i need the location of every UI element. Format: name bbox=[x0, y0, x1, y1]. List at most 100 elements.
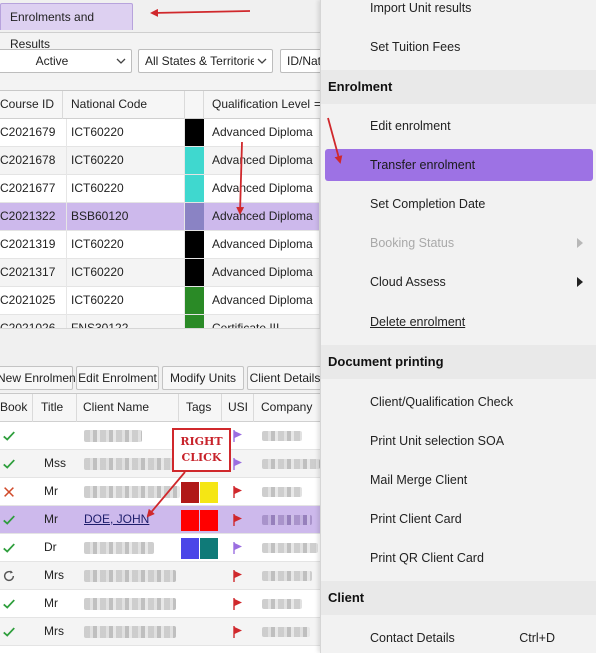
qualification-level-cell: Advanced Diploma bbox=[208, 175, 320, 203]
course-id-cell: C2021677 bbox=[0, 175, 67, 203]
new-enrolment-button[interactable]: New Enrolment bbox=[0, 366, 79, 390]
client-name-redacted bbox=[84, 486, 180, 498]
splitter[interactable] bbox=[0, 328, 320, 364]
national-code-cell: FNS30122 bbox=[67, 315, 185, 328]
menu-item-booking-status[interactable]: Booking Status bbox=[325, 227, 593, 259]
company-redacted bbox=[262, 543, 318, 553]
client-name-redacted bbox=[84, 458, 174, 470]
menu-item-import-unit-results[interactable]: Import Unit results bbox=[325, 0, 593, 24]
client-name-cell[interactable]: DOE, JOHN bbox=[80, 506, 176, 534]
col-filter-icon[interactable]: = bbox=[312, 91, 320, 119]
qualification-level-cell: Advanced Diploma bbox=[208, 147, 320, 175]
company-redacted bbox=[262, 599, 302, 609]
menu-item-set-tuition-fees[interactable]: Set Tuition Fees bbox=[325, 31, 593, 63]
status-filter-select[interactable]: Active bbox=[0, 49, 132, 73]
menu-item-edit-enrolment[interactable]: Edit enrolment bbox=[325, 110, 593, 142]
course-color-swatch bbox=[185, 147, 204, 174]
client-rows: Mss Mr Mr DOE, JOHN Dr Mrs Mr Mrs bbox=[0, 422, 320, 646]
menu-item-print-client-card[interactable]: Print Client Card bbox=[325, 503, 593, 535]
menu-item-set-completion-date[interactable]: Set Completion Date bbox=[325, 188, 593, 220]
client-row[interactable]: Mss bbox=[0, 450, 320, 478]
menu-item-client-qualification-check[interactable]: Client/Qualification Check bbox=[325, 386, 593, 418]
usi-flag-icon bbox=[233, 430, 243, 442]
col-book[interactable]: Book bbox=[0, 394, 33, 422]
company-redacted bbox=[262, 571, 312, 581]
course-row[interactable]: C2021322 BSB60120 Advanced Diploma bbox=[0, 203, 320, 231]
enrolments-panel: Enrolments and Results Active All States… bbox=[0, 0, 320, 653]
national-code-cell: BSB60120 bbox=[67, 203, 185, 231]
client-name-redacted bbox=[84, 570, 176, 582]
col-national-code[interactable]: National Code bbox=[67, 91, 185, 119]
client-row[interactable]: Mrs bbox=[0, 618, 320, 646]
edit-enrolment-button[interactable]: Edit Enrolment bbox=[76, 366, 159, 390]
col-course-id[interactable]: Course ID bbox=[0, 91, 63, 119]
tag-swatch bbox=[200, 482, 218, 503]
menu-item-contact-details[interactable]: Contact Details Ctrl+D bbox=[325, 622, 593, 653]
menu-item-print-unit-selection-soa[interactable]: Print Unit selection SOA bbox=[325, 425, 593, 457]
course-color-swatch bbox=[185, 231, 204, 258]
enrolment-toolbar: New Enrolment Edit Enrolment Modify Unit… bbox=[0, 364, 320, 392]
col-tags[interactable]: Tags bbox=[179, 394, 222, 422]
client-name-redacted bbox=[84, 626, 176, 638]
menu-section-enrolment: Enrolment bbox=[321, 70, 596, 104]
menu-item-delete-enrolment[interactable]: Delete enrolment bbox=[325, 306, 593, 338]
qualification-level-cell: Advanced Diploma bbox=[208, 119, 320, 147]
col-company[interactable]: Company bbox=[254, 394, 320, 422]
client-row[interactable]: Mr bbox=[0, 478, 320, 506]
course-color-swatch bbox=[185, 315, 204, 328]
course-row[interactable]: C2021677 ICT60220 Advanced Diploma bbox=[0, 175, 320, 203]
course-row[interactable]: C2021678 ICT60220 Advanced Diploma bbox=[0, 147, 320, 175]
course-id-cell: C2021317 bbox=[0, 259, 67, 287]
course-color-swatch bbox=[185, 203, 204, 230]
client-name-redacted bbox=[84, 598, 176, 610]
chevron-down-icon bbox=[116, 58, 126, 64]
col-usi[interactable]: USI bbox=[222, 394, 254, 422]
company-redacted bbox=[262, 459, 320, 469]
qualification-level-cell: Advanced Diploma bbox=[208, 231, 320, 259]
menu-item-mail-merge-client[interactable]: Mail Merge Client bbox=[325, 464, 593, 496]
search-field-select[interactable]: ID/Nat bbox=[280, 49, 320, 73]
menu-item-transfer-enrolment[interactable]: Transfer enrolment bbox=[325, 149, 593, 181]
menu-item-booking-status-label: Booking Status bbox=[370, 236, 455, 250]
course-grid: Course ID National Code Qualification Le… bbox=[0, 90, 320, 328]
check-icon bbox=[2, 618, 22, 646]
context-menu: Import Unit results Set Tuition Fees Enr… bbox=[320, 0, 596, 653]
client-row[interactable]: Dr bbox=[0, 534, 320, 562]
course-color-swatch bbox=[185, 287, 204, 314]
course-row[interactable]: C2021317 ICT60220 Advanced Diploma bbox=[0, 259, 320, 287]
chevron-down-icon bbox=[257, 58, 267, 64]
menu-item-print-qr-client-card[interactable]: Print QR Client Card bbox=[325, 542, 593, 574]
col-title[interactable]: Title bbox=[33, 394, 77, 422]
col-qualification-level[interactable]: Qualification Level bbox=[208, 91, 313, 119]
states-filter-select[interactable]: All States & Territories bbox=[138, 49, 273, 73]
course-row[interactable]: C2021025 ICT60220 Advanced Diploma bbox=[0, 287, 320, 315]
national-code-cell: ICT60220 bbox=[67, 119, 185, 147]
client-grid-header: Book Title Client Name Tags USI Company bbox=[0, 394, 320, 422]
tag-swatch bbox=[200, 538, 218, 559]
modify-units-button[interactable]: Modify Units bbox=[162, 366, 244, 390]
client-title-cell: Mrs bbox=[44, 624, 64, 638]
client-details-button[interactable]: Client Details bbox=[247, 366, 320, 390]
col-color[interactable] bbox=[185, 91, 204, 119]
national-code-cell: ICT60220 bbox=[67, 147, 185, 175]
course-rows: C2021679 ICT60220 Advanced Diploma C2021678… bbox=[0, 119, 320, 328]
course-row[interactable]: C2021026 FNS30122 Certificate III bbox=[0, 315, 320, 328]
usi-flag-icon bbox=[233, 542, 243, 554]
tab-enrolments-and-results[interactable]: Enrolments and Results bbox=[0, 3, 133, 51]
client-row[interactable]: Mr DOE, JOHN bbox=[0, 506, 320, 534]
search-field-value: ID/Nat bbox=[287, 54, 320, 68]
national-code-cell: ICT60220 bbox=[67, 231, 185, 259]
company-redacted bbox=[262, 627, 310, 637]
client-row[interactable]: Mr bbox=[0, 590, 320, 618]
client-row[interactable]: Mrs bbox=[0, 562, 320, 590]
client-row[interactable] bbox=[0, 422, 320, 450]
course-id-cell: C2021679 bbox=[0, 119, 67, 147]
course-row[interactable]: C2021319 ICT60220 Advanced Diploma bbox=[0, 231, 320, 259]
check-icon bbox=[2, 534, 22, 562]
client-title-cell: Mr bbox=[44, 512, 58, 526]
check-icon bbox=[2, 506, 22, 534]
client-title-cell: Mr bbox=[44, 484, 58, 498]
col-client-name[interactable]: Client Name bbox=[77, 394, 179, 422]
course-row[interactable]: C2021679 ICT60220 Advanced Diploma bbox=[0, 119, 320, 147]
menu-item-cloud-assess[interactable]: Cloud Assess bbox=[325, 266, 593, 298]
